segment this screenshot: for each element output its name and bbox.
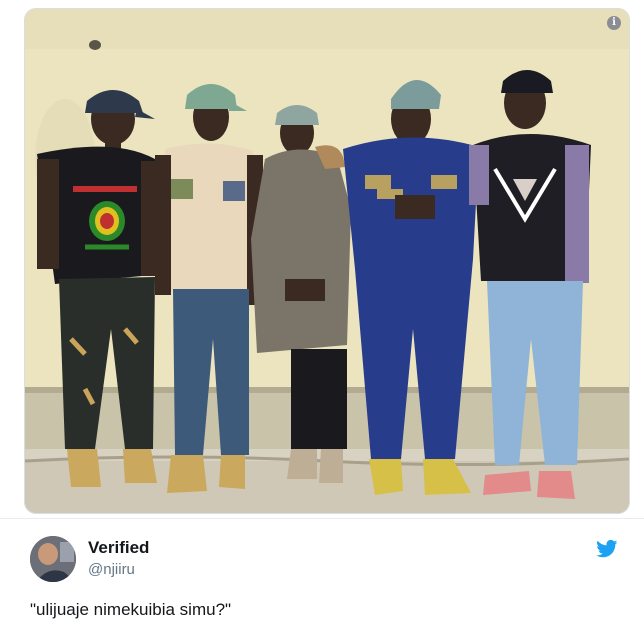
user-handle[interactable]: @njiiru: [88, 561, 135, 578]
twitter-bird-icon[interactable]: [596, 540, 618, 558]
tweet-text: "ulijuaje nimekuibia simu?": [30, 600, 232, 619]
tweet-photo[interactable]: i: [24, 8, 630, 514]
info-icon[interactable]: i: [607, 16, 621, 30]
display-name[interactable]: Verified: [88, 538, 149, 558]
avatar-photo-icon: [30, 536, 76, 582]
tweet-header: Verified @njiiru: [30, 534, 620, 586]
avatar[interactable]: [30, 536, 76, 582]
tweet-card: i Verified @njiiru "ulijuaje nimekuibia …: [0, 0, 644, 632]
divider: [0, 518, 644, 519]
group-photo-image: [25, 9, 629, 513]
